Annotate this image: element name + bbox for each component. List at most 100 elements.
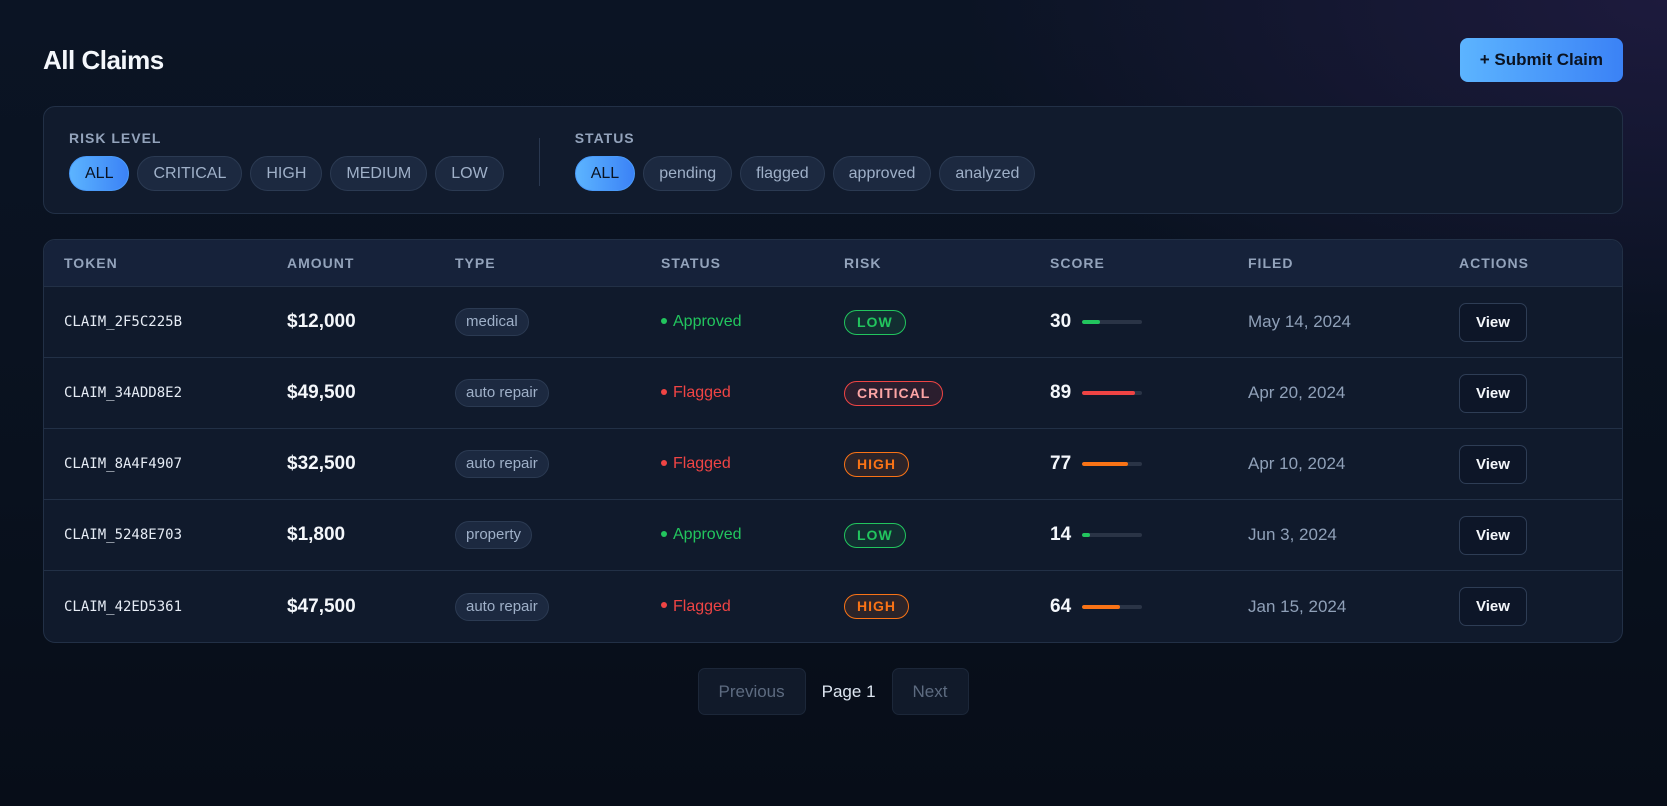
status-filter-group: STATUS ALL pending flagged approved anal…	[574, 129, 1036, 191]
view-claim-button[interactable]: View	[1459, 515, 1527, 555]
view-claim-button[interactable]: View	[1459, 444, 1527, 484]
table-row[interactable]: CLAIM_34ADD8E2 $49,500 auto repair Flagg…	[44, 358, 1622, 429]
claim-amount: $12,000	[287, 311, 356, 332]
status-chip-pending[interactable]: pending	[643, 156, 733, 191]
risk-chip-high[interactable]: HIGH	[250, 156, 323, 191]
claim-status-text: Approved	[673, 526, 742, 543]
claim-status: Flagged	[661, 598, 731, 615]
filter-divider	[538, 138, 540, 186]
table-header: TOKEN AMOUNT TYPE STATUS RISK SCORE FILE…	[44, 240, 1622, 287]
risk-badge: HIGH	[844, 451, 909, 477]
claim-amount: $1,800	[287, 524, 346, 545]
page-indicator: Page 1	[821, 681, 876, 701]
risk-score-bar	[1082, 533, 1142, 537]
submit-claim-button[interactable]: + Submit Claim	[1459, 38, 1623, 82]
filed-date: May 14, 2024	[1248, 312, 1352, 331]
status-chip-flagged[interactable]: flagged	[740, 156, 825, 191]
claim-type-pill: auto repair	[455, 379, 549, 407]
risk-chip-medium[interactable]: MEDIUM	[330, 156, 428, 191]
risk-score-bar	[1082, 462, 1142, 466]
risk-score-value: 30	[1050, 311, 1072, 332]
pagination: Previous Page 1 Next	[43, 668, 1623, 715]
filter-panel: RISK LEVEL ALL CRITICAL HIGH MEDIUM LOW …	[43, 106, 1623, 214]
claim-token: CLAIM_42ED5361	[64, 598, 183, 615]
risk-badge: HIGH	[844, 594, 909, 619]
filed-date: Jan 15, 2024	[1248, 596, 1347, 616]
status-chip-approved[interactable]: approved	[832, 156, 932, 191]
risk-chip-low[interactable]: LOW	[435, 156, 504, 191]
view-claim-button[interactable]: View	[1459, 587, 1527, 626]
claim-type-pill: property	[455, 521, 533, 549]
claim-token: CLAIM_2F5C225B	[64, 314, 183, 330]
claims-table: TOKEN AMOUNT TYPE STATUS RISK SCORE FILE…	[43, 239, 1623, 643]
status-dot-icon	[661, 317, 667, 324]
view-claim-button[interactable]: View	[1459, 373, 1527, 413]
risk-score-bar-fill	[1082, 533, 1091, 537]
status-dot-icon	[661, 602, 667, 609]
table-row[interactable]: CLAIM_2F5C225B $12,000 medical Approved …	[44, 287, 1622, 358]
risk-score-bar-fill	[1082, 391, 1136, 395]
risk-score: 77	[1050, 453, 1248, 475]
claim-status-text: Flagged	[673, 597, 731, 615]
claim-status-text: Flagged	[673, 455, 731, 472]
table-row[interactable]: CLAIM_8A4F4907 $32,500 auto repair Flagg…	[44, 429, 1622, 500]
page-title: All Claims	[43, 44, 164, 75]
risk-badge: LOW	[844, 309, 906, 335]
risk-score-bar-fill	[1082, 320, 1100, 324]
column-header-filed[interactable]: FILED	[1248, 255, 1459, 271]
status-chip-analyzed[interactable]: analyzed	[939, 156, 1036, 191]
status-filter-label: STATUS	[574, 130, 635, 146]
risk-score-bar-fill	[1082, 462, 1129, 466]
filed-date: Apr 20, 2024	[1248, 383, 1346, 402]
risk-score: 14	[1050, 524, 1248, 546]
view-claim-button[interactable]: View	[1459, 302, 1527, 342]
claim-amount: $32,500	[287, 453, 356, 474]
risk-score-bar	[1082, 391, 1142, 395]
risk-badge: CRITICAL	[844, 380, 944, 406]
column-header-amount[interactable]: AMOUNT	[287, 255, 455, 271]
column-header-type[interactable]: TYPE	[455, 255, 661, 271]
claim-type-pill: auto repair	[455, 592, 549, 621]
risk-filter-label: RISK LEVEL	[69, 130, 162, 146]
risk-badge: LOW	[844, 522, 906, 548]
status-dot-icon	[661, 388, 667, 395]
previous-page-button[interactable]: Previous	[697, 668, 806, 715]
claim-status-text: Flagged	[673, 384, 731, 401]
filed-date: Apr 10, 2024	[1248, 454, 1346, 473]
status-filter-chips: ALL pending flagged approved analyzed	[574, 156, 1036, 191]
table-row[interactable]: CLAIM_5248E703 $1,800 property Approved …	[44, 500, 1622, 571]
column-header-risk[interactable]: RISK	[844, 255, 1050, 271]
risk-filter-group: RISK LEVEL ALL CRITICAL HIGH MEDIUM LOW	[69, 129, 504, 191]
column-header-score[interactable]: SCORE	[1050, 255, 1248, 271]
filed-date: Jun 3, 2024	[1248, 525, 1337, 544]
claim-token: CLAIM_5248E703	[64, 527, 183, 543]
status-dot-icon	[661, 530, 667, 537]
column-header-token[interactable]: TOKEN	[44, 255, 287, 271]
risk-score: 89	[1050, 382, 1248, 404]
risk-filter-chips: ALL CRITICAL HIGH MEDIUM LOW	[69, 156, 504, 191]
status-dot-icon	[661, 459, 667, 466]
risk-score-value: 77	[1050, 453, 1072, 474]
risk-chip-critical[interactable]: CRITICAL	[137, 156, 243, 191]
claim-amount: $47,500	[287, 595, 356, 617]
status-chip-all[interactable]: ALL	[574, 156, 636, 191]
next-page-button[interactable]: Next	[891, 668, 969, 715]
risk-chip-all[interactable]: ALL	[69, 156, 130, 191]
risk-score-bar	[1082, 604, 1142, 609]
risk-score-value: 64	[1050, 595, 1072, 617]
claim-amount: $49,500	[287, 382, 356, 403]
claim-status-text: Approved	[673, 313, 742, 330]
table-body: CLAIM_2F5C225B $12,000 medical Approved …	[44, 287, 1622, 642]
risk-score: 64	[1050, 596, 1248, 618]
claim-token: CLAIM_8A4F4907	[64, 456, 183, 472]
claim-status: Flagged	[661, 384, 731, 401]
risk-score: 30	[1050, 311, 1248, 333]
column-header-status[interactable]: STATUS	[661, 255, 844, 271]
risk-score-value: 89	[1050, 382, 1072, 403]
claims-page: All Claims + Submit Claim RISK LEVEL ALL…	[43, 38, 1623, 715]
risk-score-value: 14	[1050, 524, 1072, 545]
table-row[interactable]: CLAIM_42ED5361 $47,500 auto repair Flagg…	[44, 571, 1622, 642]
claim-status: Flagged	[661, 455, 731, 472]
claim-status: Approved	[661, 526, 742, 543]
claim-type-pill: auto repair	[455, 450, 549, 478]
